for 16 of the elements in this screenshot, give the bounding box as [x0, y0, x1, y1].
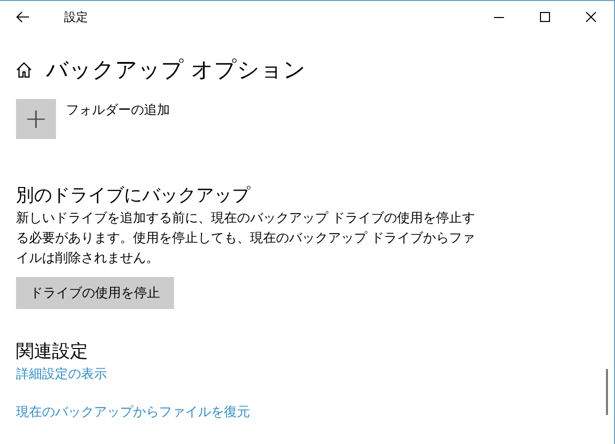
section-heading: 別のドライブにバックアップ [16, 184, 252, 207]
stop-drive-button[interactable]: ドライブの使用を停止 [16, 277, 174, 309]
maximize-icon [540, 12, 550, 22]
description-text: 新しいドライブを追加する前に、現在のバックアップ ドライブの使用を停止する必要があります。使用を停止しても、現在のバックアップ ドライブからファイルは削除されません。 [16, 210, 476, 268]
add-folder-label: フォルダーの追加 [66, 102, 170, 119]
window-title: 設定 [64, 8, 89, 26]
scrollbar-thumb[interactable] [606, 369, 608, 415]
page-title: バックアップ オプション [46, 57, 306, 85]
section-heading: 関連設定 [16, 340, 89, 363]
settings-link[interactable]: 現在のバックアップからファイルを復元 [16, 403, 250, 421]
minimize-icon [494, 16, 504, 18]
close-icon [586, 12, 596, 22]
add-folder-button[interactable]: + [16, 99, 56, 139]
settings-link[interactable]: 詳細設定の表示 [16, 365, 107, 383]
home-icon[interactable] [16, 62, 32, 78]
back-arrow-icon [16, 11, 30, 23]
